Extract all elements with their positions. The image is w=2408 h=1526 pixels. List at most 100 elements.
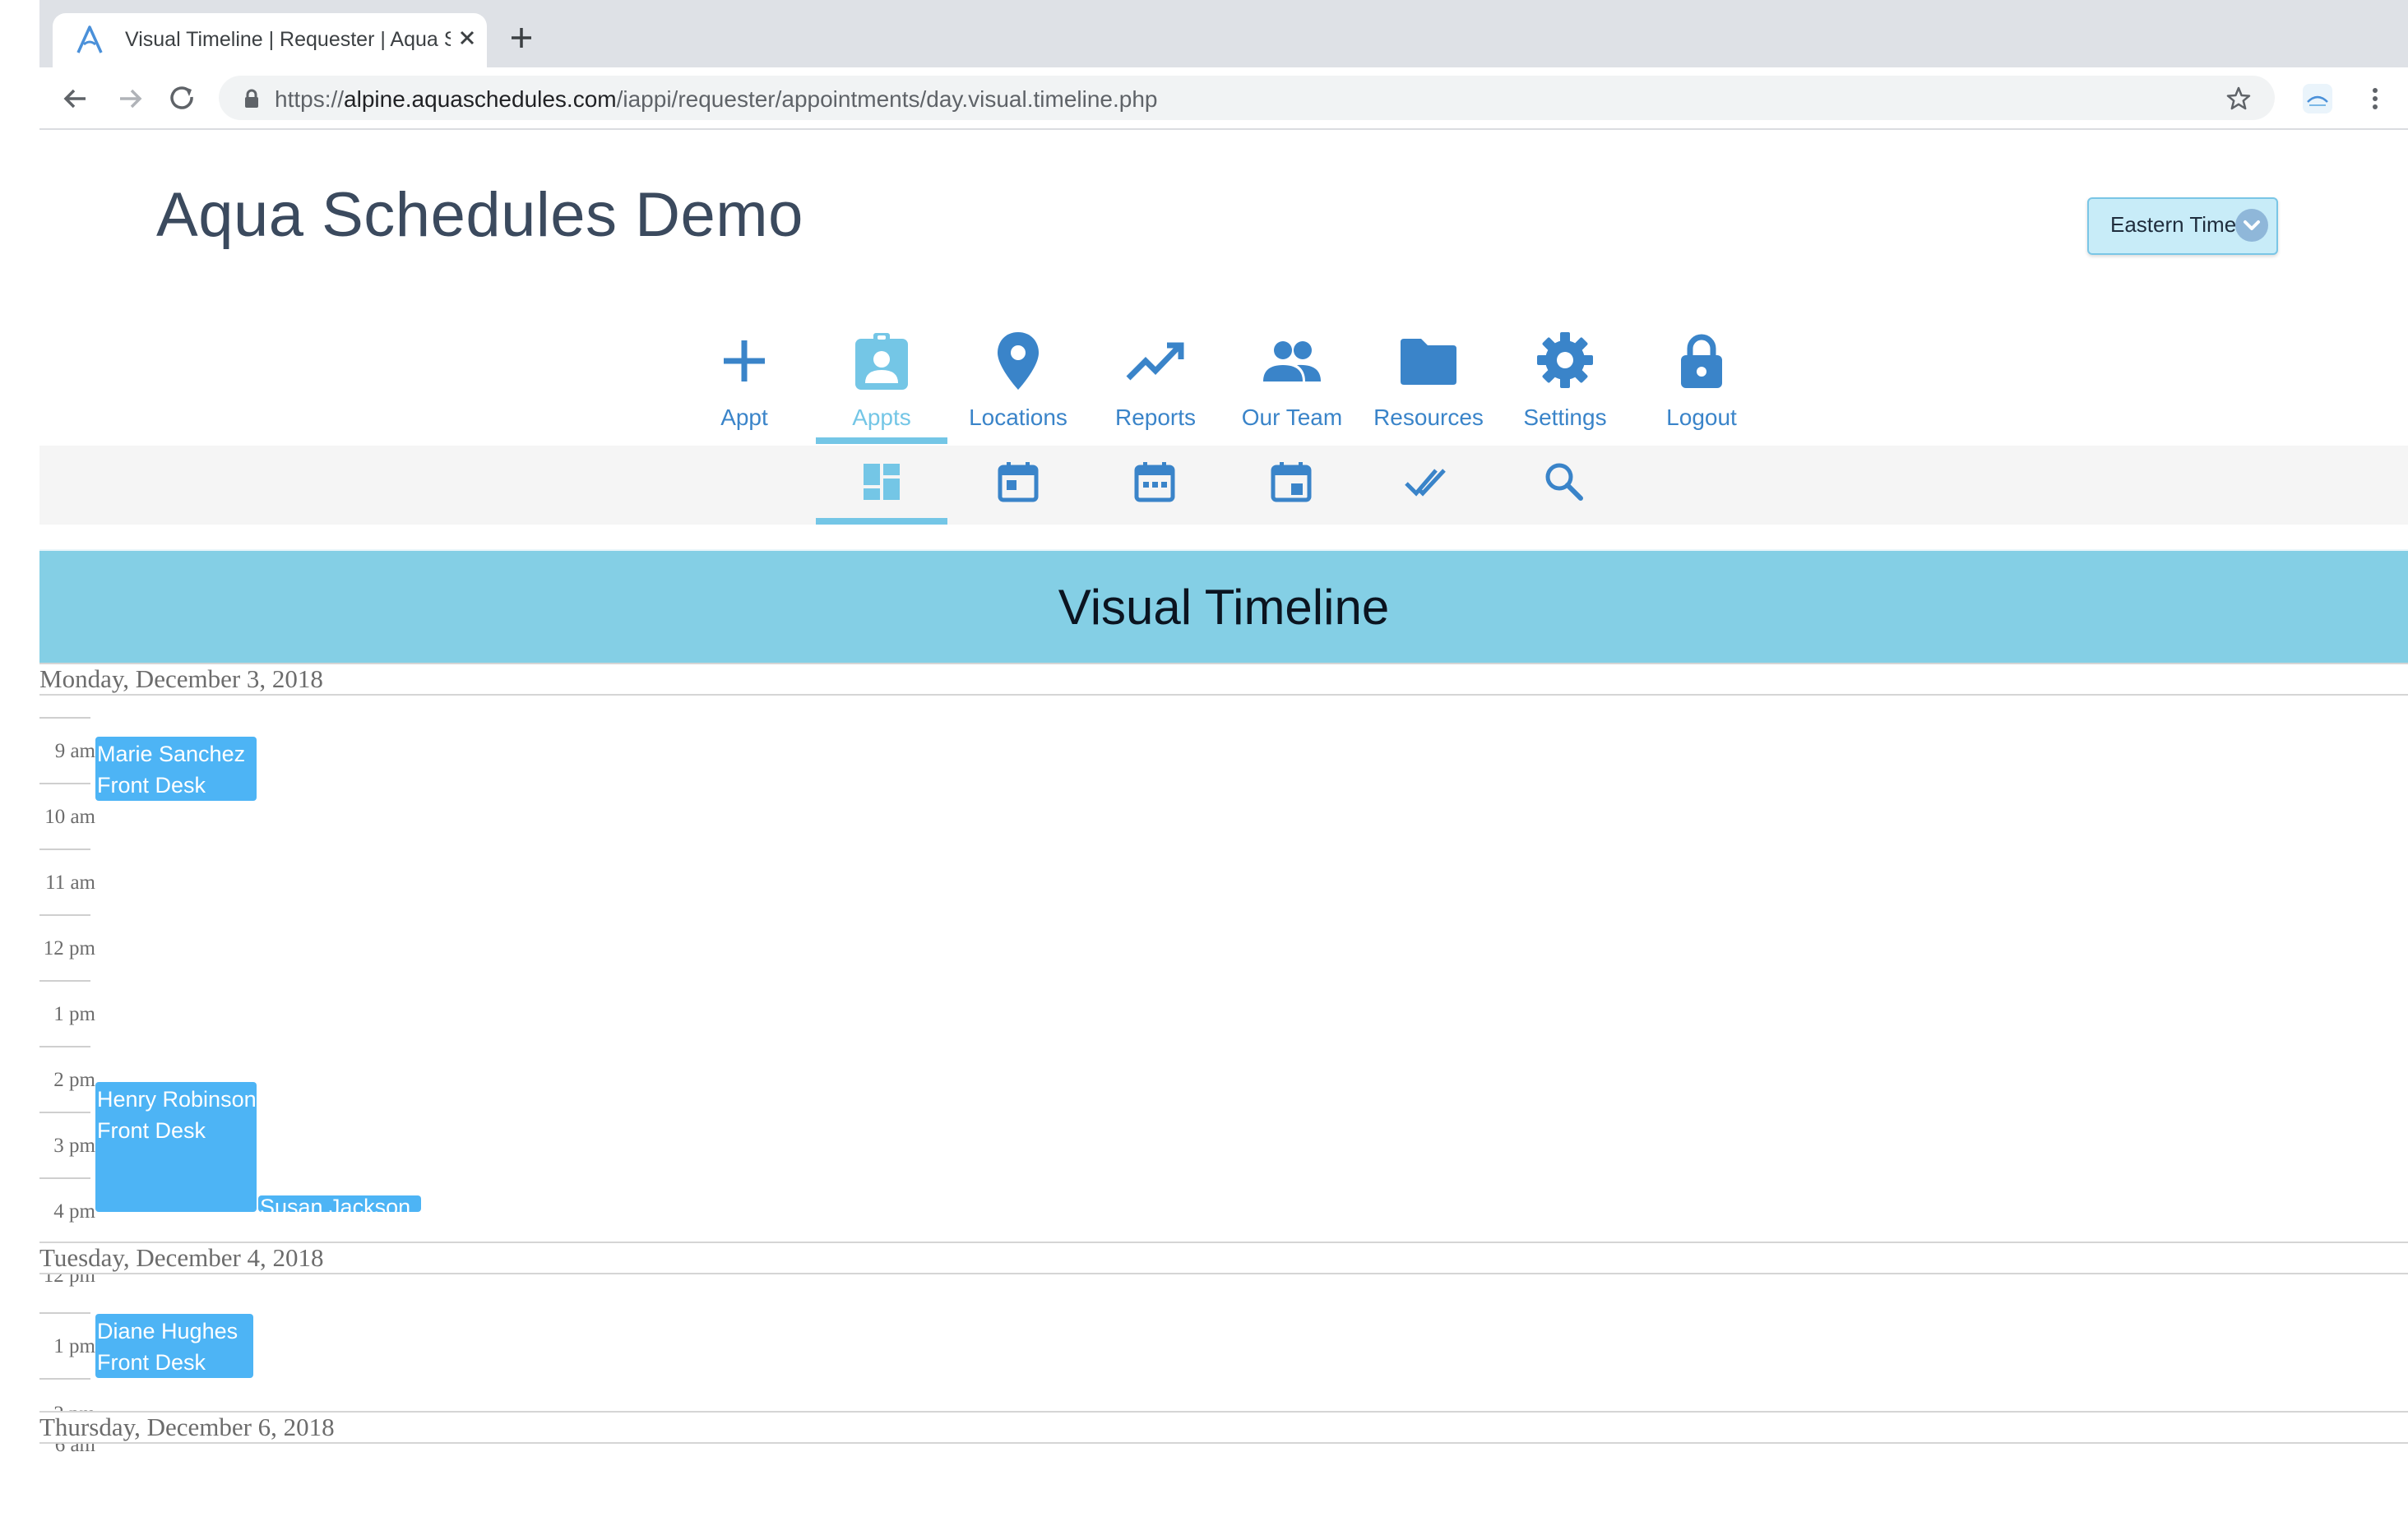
- appointment-name: Henry Robinson: [97, 1087, 257, 1112]
- chevron-down-icon: [2235, 209, 2268, 242]
- time-label: 2 pm: [53, 1069, 95, 1091]
- aqua-favicon-icon: [76, 25, 104, 54]
- nav-item-appt[interactable]: Appt: [676, 326, 813, 444]
- gear-icon: [1535, 331, 1595, 390]
- time-label: 1 pm: [53, 1335, 95, 1357]
- clipboard-user-icon: [852, 331, 911, 390]
- appointment-block[interactable]: Diane Hughes Front Desk: [95, 1314, 253, 1378]
- subnav-calendar-day[interactable]: [952, 457, 1084, 525]
- double-check-icon: [1405, 459, 1451, 505]
- browser-tab[interactable]: Visual Timeline | Requester | Aqua Sched…: [53, 13, 487, 67]
- time-label: 3 pm: [53, 1135, 95, 1157]
- nav-item-logout[interactable]: Logout: [1633, 326, 1770, 444]
- appointment-resource: Front Desk: [97, 773, 206, 798]
- dashboard-icon: [859, 459, 905, 505]
- close-icon[interactable]: [454, 25, 480, 51]
- folder-icon: [1399, 331, 1458, 390]
- nav-label: Appts: [852, 405, 911, 430]
- time-label: 4 pm: [53, 1200, 95, 1223]
- nav-label: Settings: [1523, 405, 1607, 430]
- browser-toolbar: https://alpine.aquaschedules.com/iappi/r…: [39, 67, 2408, 130]
- address-bar[interactable]: https://alpine.aquaschedules.com/iappi/r…: [219, 76, 2275, 120]
- time-label: 11 am: [45, 872, 95, 894]
- time-label-clipped: 2 pm: [39, 1403, 105, 1411]
- plus-icon: [715, 331, 774, 390]
- trend-line-icon: [1126, 331, 1185, 390]
- time-label-clipped: 12 pm: [39, 1274, 105, 1292]
- subnav-calendar-month[interactable]: [1225, 457, 1357, 525]
- active-subnav-indicator: [816, 518, 947, 525]
- nav-label: Resources: [1373, 405, 1484, 430]
- hour-divider: [39, 980, 90, 982]
- appointment-name: Susan Jackson: [260, 1195, 411, 1212]
- time-label: 12 pm: [43, 937, 95, 960]
- calendar-month-icon: [1268, 459, 1314, 505]
- nav-label: Logout: [1666, 405, 1737, 430]
- subnav-dashboard[interactable]: [816, 457, 947, 525]
- subnav-search[interactable]: [1498, 457, 1630, 525]
- nav-item-our-team[interactable]: Our Team: [1224, 326, 1360, 444]
- reload-icon[interactable]: [164, 81, 201, 117]
- nav-item-appts[interactable]: Appts: [813, 326, 950, 444]
- hour-divider: [39, 1177, 90, 1179]
- screen: Visual Timeline | Requester | Aqua Sched…: [0, 0, 2408, 1526]
- nav-item-reports[interactable]: Reports: [1087, 326, 1224, 444]
- search-icon: [1541, 459, 1587, 505]
- subnav-calendar-week[interactable]: [1089, 457, 1220, 525]
- page-banner: Visual Timeline: [39, 549, 2408, 664]
- calendar-week-icon: [1132, 459, 1178, 505]
- people-icon: [1262, 331, 1322, 390]
- url-text: https://alpine.aquaschedules.com/iappi/r…: [275, 86, 1158, 112]
- page-title: Visual Timeline: [1058, 580, 1390, 635]
- new-tab-plus-icon[interactable]: [505, 21, 538, 54]
- map-pin-icon: [989, 331, 1048, 390]
- star-bookmark-icon[interactable]: [2225, 86, 2252, 112]
- hour-divider: [39, 783, 90, 784]
- sub-nav: [39, 446, 2408, 525]
- calendar-day-icon: [995, 459, 1041, 505]
- hour-divider: [39, 1312, 90, 1314]
- browser-tab-bar: Visual Timeline | Requester | Aqua Sched…: [39, 0, 2408, 67]
- time-label: 9 am: [54, 740, 95, 762]
- forward-arrow-icon[interactable]: [112, 81, 148, 117]
- appointment-block[interactable]: Susan Jackson: [258, 1195, 421, 1212]
- tab-title: Visual Timeline | Requester | Aqua Sched…: [125, 28, 451, 51]
- appointment-block[interactable]: Marie Sanchez Front Desk: [95, 737, 257, 801]
- timezone-select[interactable]: Eastern Time: [2087, 197, 2278, 255]
- appointment-name: Marie Sanchez: [97, 742, 246, 766]
- time-label: 1 pm: [53, 1003, 95, 1025]
- time-label: 6 am: [54, 1444, 95, 1456]
- hour-divider: [39, 914, 90, 916]
- nav-label: Appt: [720, 405, 768, 430]
- nav-label: Our Team: [1241, 405, 1343, 430]
- subnav-confirmed[interactable]: [1362, 457, 1493, 525]
- lock-icon: [1672, 331, 1731, 390]
- nav-label: Reports: [1114, 405, 1197, 430]
- timezone-label: Eastern Time: [2110, 212, 2237, 237]
- time-label-clipped: 6 am: [39, 1444, 105, 1457]
- day-header: Tuesday, December 4, 2018: [39, 1242, 2408, 1274]
- extension-icon[interactable]: [2303, 84, 2332, 113]
- back-arrow-icon[interactable]: [58, 81, 94, 117]
- nav-item-resources[interactable]: Resources: [1360, 326, 1497, 444]
- app-title: Aqua Schedules Demo: [156, 180, 803, 250]
- appointment-block[interactable]: Henry Robinson Front Desk: [95, 1082, 257, 1212]
- time-label: 2 pm: [39, 1403, 95, 1411]
- more-vert-icon[interactable]: [2367, 82, 2383, 115]
- nav-item-settings[interactable]: Settings: [1497, 326, 1633, 444]
- appointment-name: Diane Hughes: [97, 1319, 238, 1343]
- day-date: Thursday, December 6, 2018: [39, 1413, 335, 1441]
- hour-divider: [39, 849, 90, 850]
- time-label: 12 pm: [43, 1274, 95, 1287]
- nav-label: Locations: [969, 405, 1067, 430]
- hour-divider: [39, 1046, 90, 1047]
- active-nav-indicator: [816, 437, 947, 444]
- day-date: Tuesday, December 4, 2018: [39, 1243, 324, 1272]
- hour-divider: [39, 717, 90, 719]
- day-header: Thursday, December 6, 2018: [39, 1411, 2408, 1444]
- time-label: 10 am: [44, 806, 95, 828]
- hour-divider: [39, 1112, 90, 1113]
- hour-divider: [39, 1378, 90, 1380]
- appointment-resource: Front Desk: [97, 1350, 206, 1375]
- nav-item-locations[interactable]: Locations: [950, 326, 1086, 444]
